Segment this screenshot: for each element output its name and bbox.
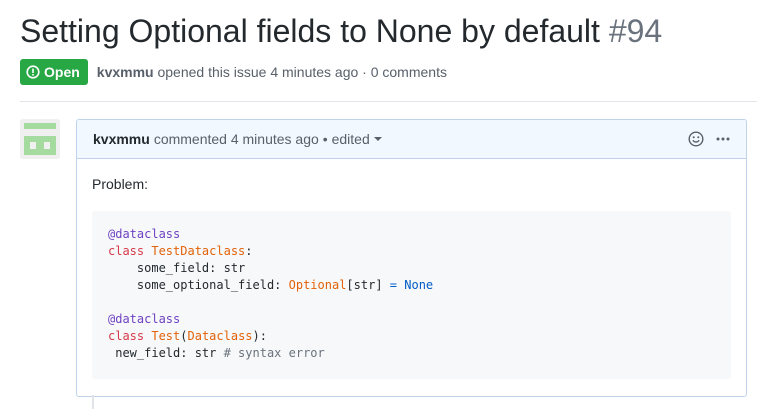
issue-title: Setting Optional fields to None by defau… (20, 11, 662, 51)
issue-meta: Open kvxmmu opened this issue 4 minutes … (20, 58, 447, 85)
kebab-horizontal-icon (716, 137, 730, 141)
issue-number: #94 (608, 13, 663, 49)
comment-timestamp[interactable]: commented 4 minutes ago (154, 131, 319, 147)
comment-options-button[interactable] (716, 137, 730, 141)
comment-box: kvxmmu commented 4 minutes ago • edited … (76, 119, 747, 397)
timeline-line (92, 395, 94, 409)
code-block: @dataclass class TestDataclass: some_fie… (92, 211, 731, 379)
edited-dropdown[interactable]: • edited (323, 131, 382, 147)
issue-author-link[interactable]: kvxmmu (97, 64, 154, 80)
comment-header: kvxmmu commented 4 minutes ago • edited (77, 120, 746, 159)
avatar[interactable] (20, 119, 60, 159)
issue-opened-icon (26, 64, 40, 79)
header-divider (20, 101, 757, 102)
comment-author-link[interactable]: kvxmmu (93, 131, 150, 147)
identicon-icon (20, 119, 60, 159)
smiley-icon (688, 131, 704, 147)
caret-down-icon (373, 137, 382, 141)
state-badge: Open (20, 58, 88, 85)
comment-text: Problem: (92, 176, 149, 192)
add-reaction-button[interactable] (688, 131, 704, 147)
issue-opened-text: opened this issue 4 minutes ago · 0 comm… (157, 63, 447, 80)
edited-label: • edited (322, 131, 370, 147)
comment-body: Problem: @dataclass class TestDataclass:… (77, 159, 746, 379)
issue-title-text: Setting Optional fields to None by defau… (20, 13, 600, 49)
issue-meta-text: kvxmmu opened this issue 4 minutes ago ·… (97, 64, 447, 80)
comment-actions (688, 131, 730, 147)
state-label: Open (44, 63, 80, 80)
